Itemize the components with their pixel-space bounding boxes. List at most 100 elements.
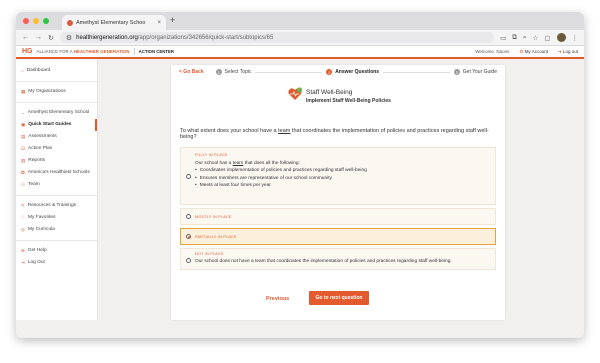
step-number: 2: [326, 69, 333, 75]
intro-pre: Our school has a: [195, 161, 233, 166]
new-tab-icon[interactable]: +: [170, 15, 175, 25]
heart-health-icon: [288, 87, 303, 100]
step-connector: [383, 71, 450, 73]
profile-avatar[interactable]: [556, 33, 566, 42]
sidebar-divider: [16, 194, 97, 196]
radio-button-selected[interactable]: [186, 234, 191, 239]
logo-icon[interactable]: HG: [22, 48, 33, 55]
sidebar-item-reports[interactable]: ▥ Reports: [16, 155, 97, 167]
back-icon[interactable]: ←: [22, 34, 29, 41]
option-label: PARTIALLY IN PLACE: [195, 235, 237, 239]
glossary-link-team[interactable]: team: [233, 161, 244, 166]
assessment-icon: ▤: [21, 133, 26, 139]
curricula-icon: ◎: [21, 226, 25, 232]
sidebar-item-label: Team: [28, 181, 40, 187]
report-icon: ▥: [21, 157, 26, 163]
my-account-button[interactable]: ⚙ My Account: [519, 49, 548, 55]
sidebar-item-my-favorites[interactable]: ♡ My Favorites: [16, 212, 97, 224]
step-label: Get Your Guide: [462, 69, 497, 75]
maximize-window-button[interactable]: [43, 18, 49, 24]
team-icon: ⚇: [21, 181, 26, 187]
step-label: Select Topic: [224, 69, 252, 75]
sidebar-item-label: Resources & Trainings: [27, 202, 77, 208]
sidebar-item-label: My Organizations: [28, 88, 66, 94]
logout-button[interactable]: ➜ Log out: [558, 49, 578, 55]
radio-button[interactable]: [186, 258, 191, 263]
sidebar-item-my-curricula[interactable]: ◎ My Curricula: [16, 224, 97, 236]
minimize-window-button[interactable]: [33, 18, 39, 24]
brand-name[interactable]: ALLIANCE FOR A HEALTHIER GENERATION: [37, 49, 130, 54]
option-mostly-in-place[interactable]: MOSTLY IN PLACE: [180, 208, 496, 225]
sidepanel-icon[interactable]: ▢: [544, 34, 550, 42]
site-info-icon[interactable]: ⚙: [66, 34, 72, 42]
address-bar: ← → ↻ ⚙ healthiergeneration.org/app/orga…: [16, 30, 584, 46]
step-get-your-guide: 3 Get Your Guide: [453, 69, 497, 75]
sidebar-item-my-organizations[interactable]: ▦ My Organizations: [16, 86, 97, 98]
zoom-icon[interactable]: ⌕: [523, 34, 527, 42]
menu-dots-icon[interactable]: ⋮: [572, 34, 579, 42]
question-text: To what extent does your school have a t…: [180, 128, 505, 140]
go-back-link[interactable]: < Go Back: [179, 69, 204, 75]
option-label: NOT IN PLACE: [195, 252, 224, 256]
sidebar-item-label: Action Plan: [28, 145, 53, 151]
logout-label: Log out: [562, 48, 578, 54]
sidebar-divider: [16, 239, 97, 241]
sidebar-item-log-out[interactable]: ⇥ Log Out: [16, 257, 97, 269]
home-icon: ⌂: [21, 68, 24, 73]
sidebar-item-quick-start-guides[interactable]: ▣ Quick Start Guides: [16, 118, 97, 131]
topic-header: Staff Well-Being Implement Staff Well-Be…: [171, 85, 505, 115]
option-not-in-place[interactable]: NOT IN PLACE Our school does not have a …: [180, 248, 496, 270]
tab-title: Amethyst Elementary Schoo: [76, 19, 146, 26]
sidebar-item-school[interactable]: ⌄ Amethyst Elementary School: [16, 107, 97, 119]
checklist-icon: ☑: [21, 145, 26, 151]
option-fully-in-place[interactable]: FULLY IN PLACE Our school has a team tha…: [180, 147, 496, 205]
sidebar-item-get-help[interactable]: ⊕ Get Help: [16, 245, 97, 257]
sidebar-item-label: Amethyst Elementary School: [27, 109, 90, 115]
sidebar-item-resources[interactable]: ✎ Resources & Trainings: [16, 200, 97, 212]
sidebar-item-label: Reports: [28, 157, 46, 163]
radio-button[interactable]: [186, 174, 191, 179]
next-question-button[interactable]: Go to next question: [309, 291, 369, 305]
glossary-link-team[interactable]: team: [278, 128, 290, 134]
brand-highlight: HEALTHIER GENERATION: [73, 49, 130, 54]
question-card: < Go Back 1 Select Topic 2 Answer Question…: [171, 65, 505, 320]
section-title: ACTION CENTER: [138, 49, 174, 54]
sidebar-item-dashboard[interactable]: ⌂ Dashboard: [16, 65, 97, 77]
progress-steps: < Go Back 1 Select Topic 2 Answer Question…: [171, 65, 505, 79]
radio-button[interactable]: [186, 214, 191, 219]
step-number: 3: [453, 69, 460, 75]
sidebar-item-action-plan[interactable]: ☑ Action Plan: [16, 143, 97, 155]
sidebar-item-label: Assessments: [28, 133, 57, 139]
sidebar-item-label: My Favorites: [28, 214, 56, 220]
site-header: HG ALLIANCE FOR A HEALTHIER GENERATION A…: [16, 46, 584, 59]
sidebar-item-assessments[interactable]: ▤ Assessments: [16, 131, 97, 143]
step-number: 1: [215, 69, 222, 75]
brand-prefix: ALLIANCE FOR A: [36, 49, 74, 54]
my-account-label: My Account: [524, 48, 548, 54]
option-description: Our school has a team that does all the …: [195, 160, 367, 190]
option-label: MOSTLY IN PLACE: [195, 215, 232, 219]
url-field[interactable]: ⚙ healthiergeneration.org/app/organizati…: [59, 32, 495, 43]
close-window-button[interactable]: [23, 18, 29, 24]
sidebar-divider: [16, 80, 97, 82]
previous-button[interactable]: Previous: [266, 296, 289, 302]
option-partially-in-place[interactable]: PARTIALLY IN PLACE: [180, 228, 496, 245]
criteria-item: Ensures members are representative of ou…: [195, 175, 367, 182]
option-intro: Our school has a team that does all the …: [195, 160, 367, 167]
bookmark-star-icon[interactable]: ☆: [533, 34, 539, 42]
sidebar-item-label: My Curricula: [27, 226, 55, 232]
browser-tab[interactable]: Amethyst Elementary Schoo ×: [62, 15, 166, 30]
header-divider: [133, 48, 135, 55]
tab-close-icon[interactable]: ×: [157, 20, 161, 26]
forward-icon[interactable]: →: [35, 34, 42, 41]
url-host: healthiergeneration.org: [76, 34, 138, 41]
translate-icon[interactable]: ⧉: [512, 34, 517, 42]
sidebar-item-team[interactable]: ⚇ Team: [16, 179, 97, 191]
heart-icon: ♡: [21, 214, 26, 220]
sidebar-item-label: Dashboard: [26, 68, 51, 73]
reload-icon[interactable]: ↻: [48, 34, 54, 42]
criteria-item: Coordinates implementation of policies a…: [195, 167, 367, 174]
cast-icon[interactable]: ▭: [500, 34, 506, 42]
main-content: < Go Back 1 Select Topic 2 Answer Question…: [98, 59, 584, 320]
sidebar-item-americas-healthiest-schools[interactable]: ✪ America's Healthiest Schools: [16, 167, 97, 179]
